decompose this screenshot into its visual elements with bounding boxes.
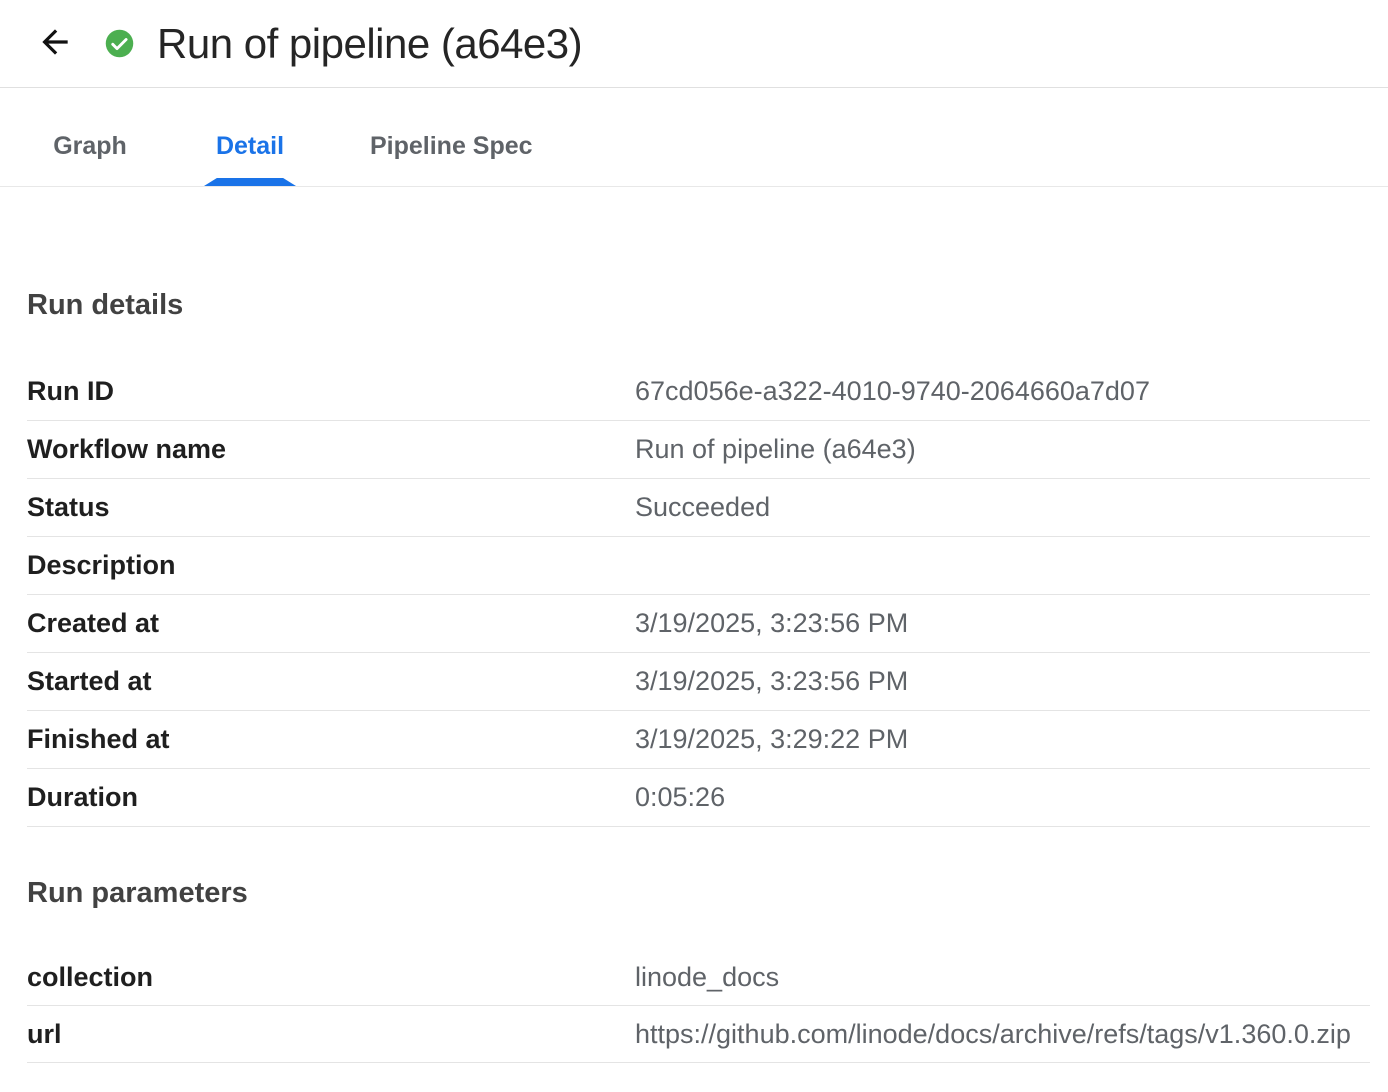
arrow-back-icon <box>36 23 74 64</box>
table-row: Duration 0:05:26 <box>27 769 1370 827</box>
tab-graph[interactable]: Graph <box>10 132 170 186</box>
row-value: Succeeded <box>635 492 1370 523</box>
row-value: Run of pipeline (a64e3) <box>635 434 1370 465</box>
table-row: url https://github.com/linode/docs/archi… <box>27 1006 1370 1063</box>
row-value: 3/19/2025, 3:23:56 PM <box>635 608 1370 639</box>
table-row: Status Succeeded <box>27 479 1370 537</box>
run-parameters-heading: Run parameters <box>27 879 1370 908</box>
table-row: Description <box>27 537 1370 595</box>
row-value: 67cd056e-a322-4010-9740-2064660a7d07 <box>635 376 1370 407</box>
table-row: collection linode_docs <box>27 949 1370 1006</box>
tab-detail-label: Detail <box>216 132 284 160</box>
row-value: 3/19/2025, 3:29:22 PM <box>635 724 1370 755</box>
row-label: Description <box>27 550 635 581</box>
check-circle-icon <box>103 27 136 60</box>
active-tab-indicator <box>204 178 296 186</box>
tab-graph-label: Graph <box>53 132 127 160</box>
run-details-heading: Run details <box>27 291 1370 320</box>
row-label: Finished at <box>27 724 635 755</box>
row-label: Status <box>27 492 635 523</box>
tab-pipeline-spec-label: Pipeline Spec <box>370 132 533 160</box>
row-value: https://github.com/linode/docs/archive/r… <box>635 1019 1370 1050</box>
table-row: Finished at 3/19/2025, 3:29:22 PM <box>27 711 1370 769</box>
row-label: Created at <box>27 608 635 639</box>
row-label: Workflow name <box>27 434 635 465</box>
table-row: Workflow name Run of pipeline (a64e3) <box>27 421 1370 479</box>
table-row: Created at 3/19/2025, 3:23:56 PM <box>27 595 1370 653</box>
tab-pipeline-spec[interactable]: Pipeline Spec <box>330 132 573 186</box>
tab-bar: Graph Detail Pipeline Spec <box>0 88 1388 187</box>
row-label: Run ID <box>27 376 635 407</box>
run-details-table: Run ID 67cd056e-a322-4010-9740-2064660a7… <box>27 363 1370 827</box>
row-label: Started at <box>27 666 635 697</box>
row-value: linode_docs <box>635 962 1370 993</box>
back-button[interactable] <box>33 22 77 66</box>
table-row: Run ID 67cd056e-a322-4010-9740-2064660a7… <box>27 363 1370 421</box>
row-label: collection <box>27 962 635 993</box>
row-value: 0:05:26 <box>635 782 1370 813</box>
row-label: url <box>27 1019 635 1050</box>
row-label: Duration <box>27 782 635 813</box>
table-row: Started at 3/19/2025, 3:23:56 PM <box>27 653 1370 711</box>
detail-panel: Run details Run ID 67cd056e-a322-4010-97… <box>0 291 1388 1063</box>
page-header: Run of pipeline (a64e3) <box>0 0 1388 88</box>
tab-detail[interactable]: Detail <box>170 132 330 186</box>
run-parameters-table: collection linode_docs url https://githu… <box>27 949 1370 1063</box>
row-value: 3/19/2025, 3:23:56 PM <box>635 666 1370 697</box>
page-title: Run of pipeline (a64e3) <box>157 20 582 68</box>
